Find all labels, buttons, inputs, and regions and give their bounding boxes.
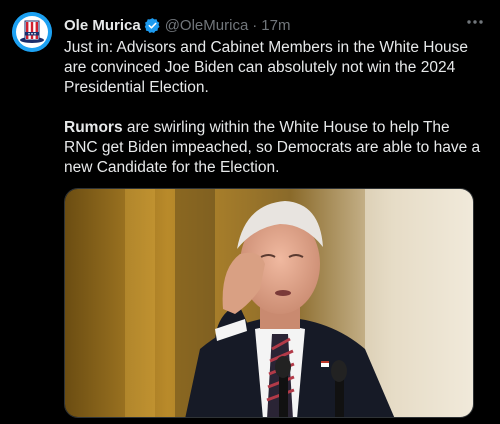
tweet[interactable]: Ole Murica @OleMurica · 17m Just in: Adv… bbox=[0, 0, 500, 424]
bold-word: Rumors bbox=[64, 119, 123, 136]
photo-image bbox=[65, 189, 473, 417]
verified-badge-icon bbox=[144, 17, 161, 34]
avatar[interactable] bbox=[12, 12, 52, 52]
more-options-button[interactable] bbox=[464, 12, 486, 32]
tweet-header: Ole Murica @OleMurica · 17m bbox=[64, 14, 460, 36]
tweet-photo[interactable] bbox=[64, 188, 474, 418]
more-options-icon bbox=[467, 20, 483, 24]
uncle-sam-hat-icon bbox=[12, 12, 52, 52]
author-name[interactable]: Ole Murica bbox=[64, 17, 141, 34]
separator-dot: · bbox=[252, 16, 258, 34]
tweet-paragraph-2: Rumors are swirling within the White Hou… bbox=[64, 118, 482, 178]
timestamp[interactable]: 17m bbox=[261, 17, 290, 34]
author-handle[interactable]: @OleMurica bbox=[165, 17, 249, 34]
tweet-text: Just in: Advisors and Cabinet Members in… bbox=[64, 38, 482, 178]
tweet-paragraph-1: Just in: Advisors and Cabinet Members in… bbox=[64, 39, 469, 96]
tweet-paragraph-2-rest: are swirling within the White House to h… bbox=[64, 119, 481, 176]
